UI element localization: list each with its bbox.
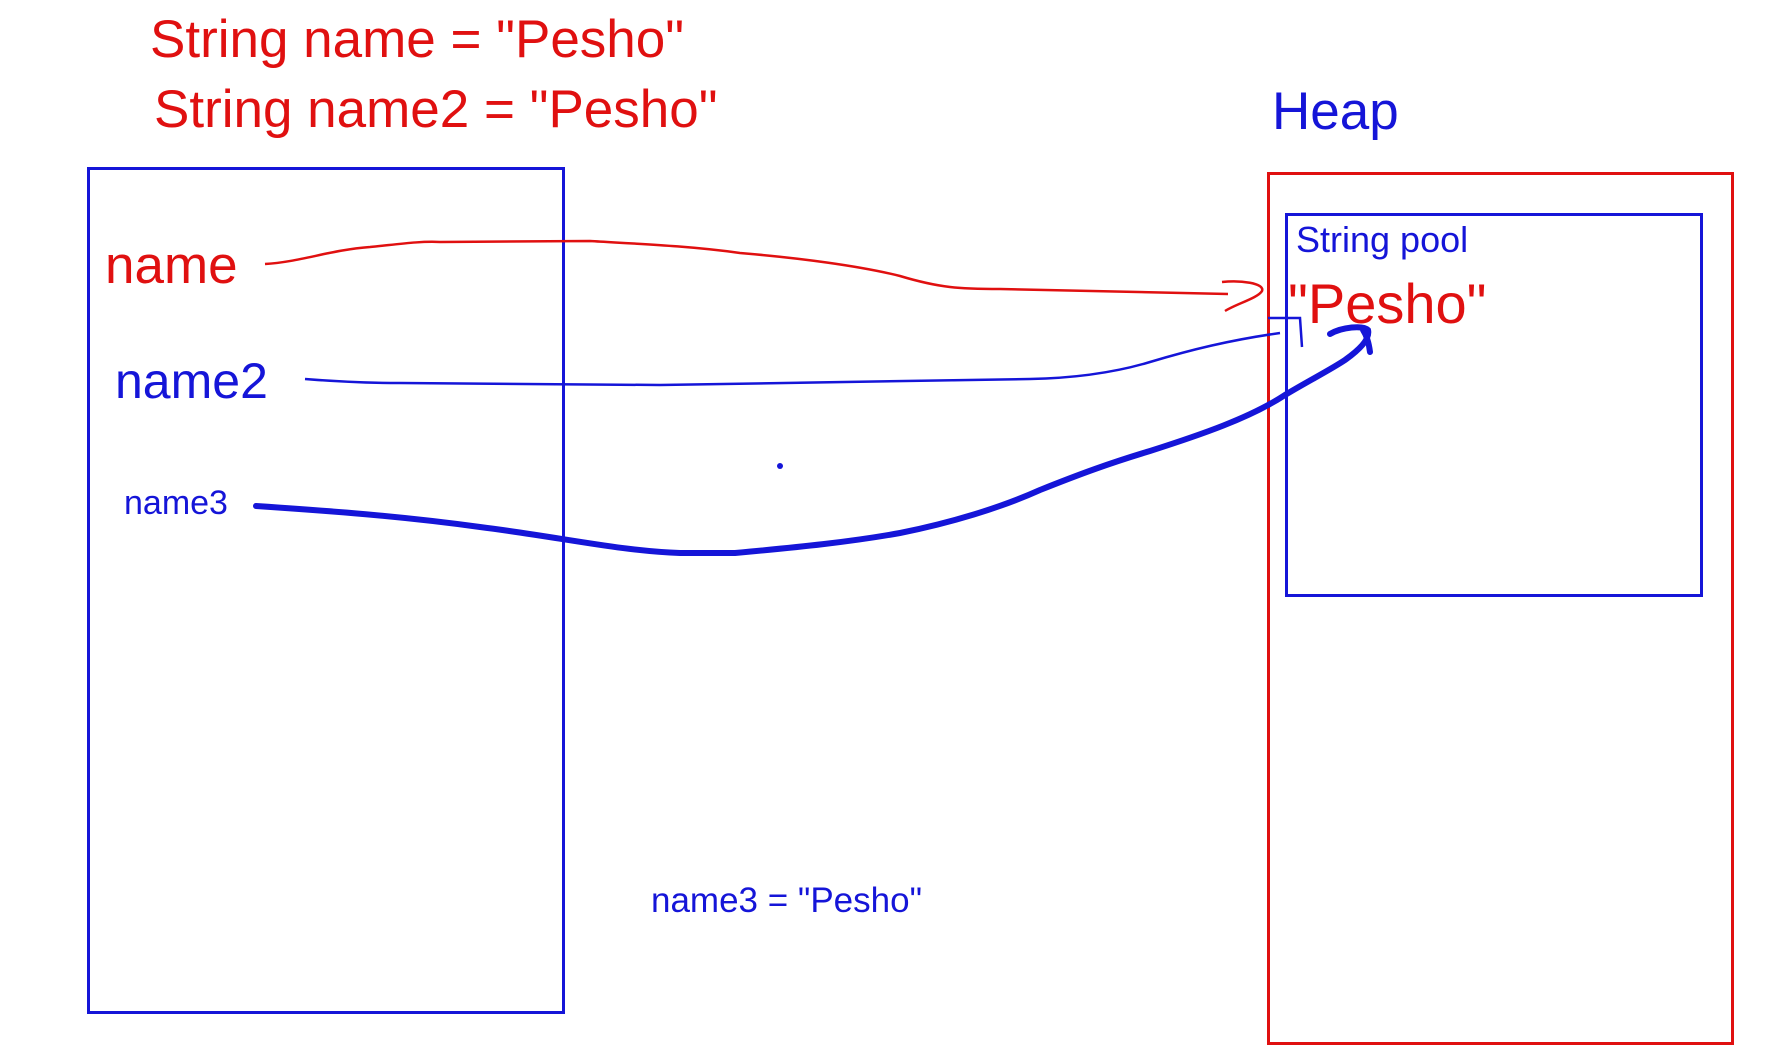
heap-title: Heap [1272, 82, 1399, 141]
stack-variable-name2: name2 [115, 353, 268, 409]
stack-variable-name: name [105, 236, 238, 295]
string-pool-title: String pool [1296, 219, 1469, 260]
stray-dot [777, 463, 783, 469]
string-pool-value: "Pesho" [1288, 272, 1487, 335]
stack-variable-name3: name3 [124, 484, 228, 522]
code-line-name: String name = "Pesho" [150, 10, 685, 69]
string-pool-box [1285, 213, 1703, 597]
code-line-name2: String name2 = "Pesho" [154, 80, 718, 139]
assignment-statement: name3 = "Pesho" [651, 881, 922, 920]
